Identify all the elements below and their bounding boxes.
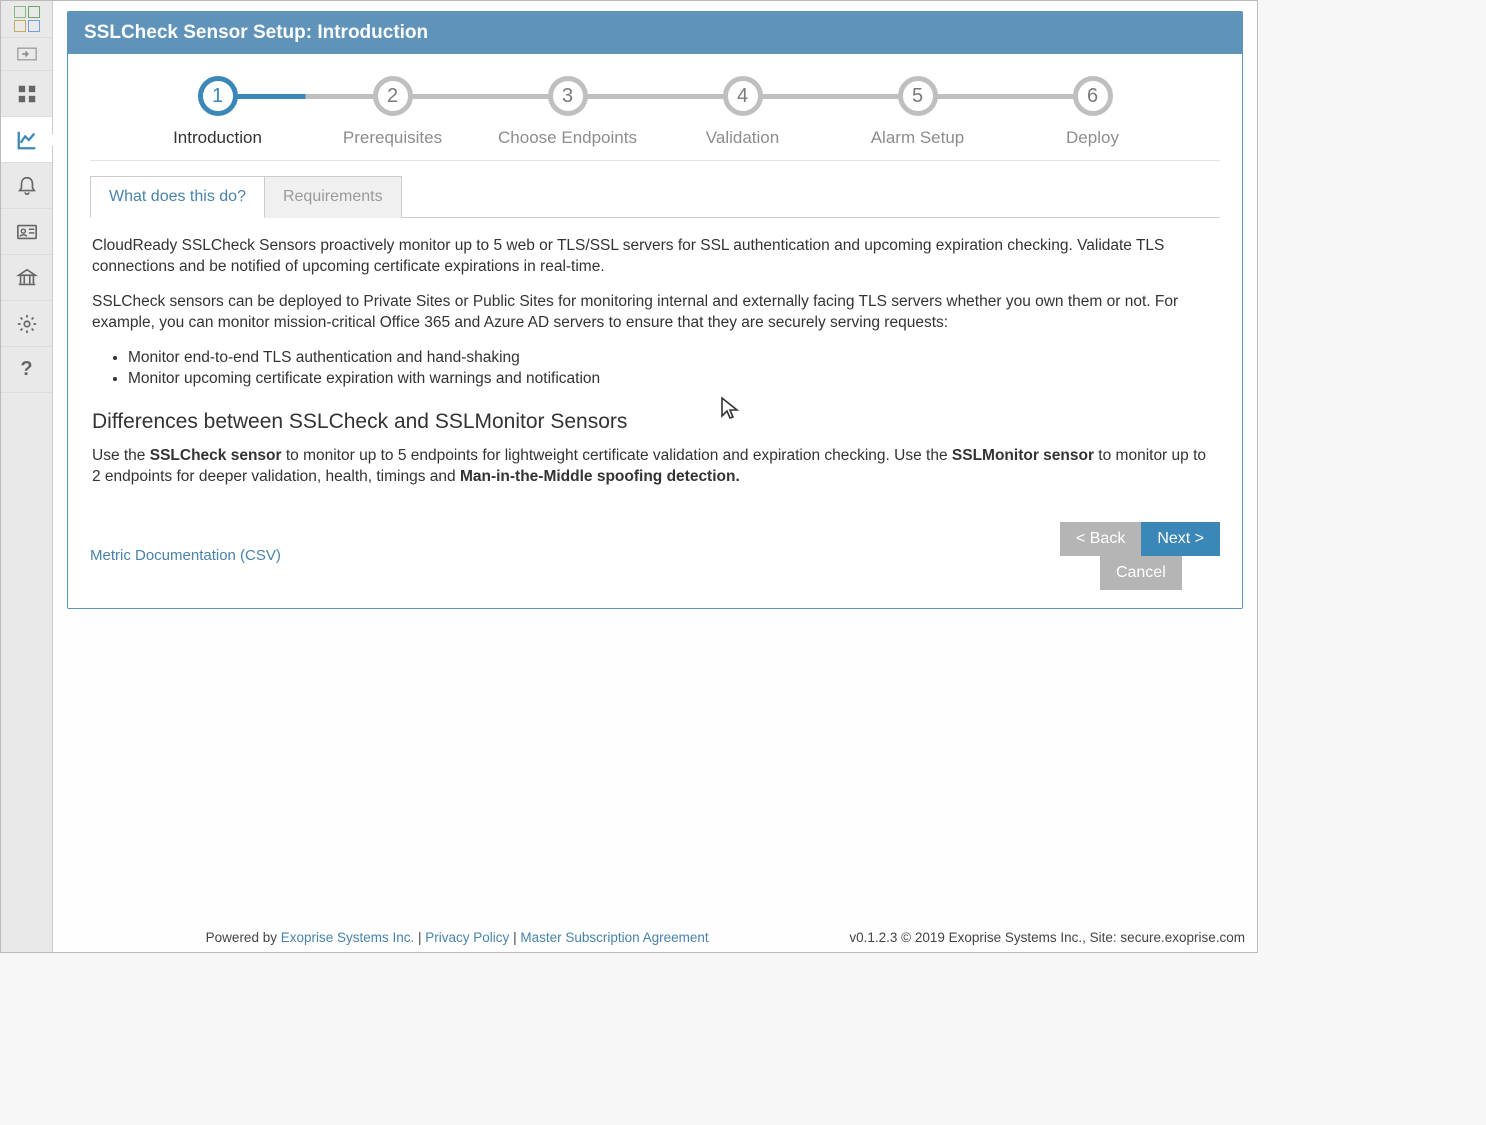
- sidebar: ?: [1, 1, 53, 952]
- intro-paragraph-2: SSLCheck sensors can be deployed to Priv…: [92, 292, 1218, 334]
- tabs: What does this do? Requirements: [90, 175, 1220, 218]
- step-introduction[interactable]: 1 Introduction: [130, 76, 305, 148]
- stepper: 1 Introduction 2 Prerequisites 3 Choose …: [130, 76, 1180, 148]
- list-item: Monitor end-to-end TLS authentication an…: [128, 348, 1218, 369]
- metric-doc-link[interactable]: Metric Documentation (CSV): [90, 547, 281, 564]
- feature-list: Monitor end-to-end TLS authentication an…: [128, 348, 1218, 390]
- step-label: Choose Endpoints: [498, 128, 637, 148]
- next-button[interactable]: Next >: [1141, 522, 1220, 556]
- sidebar-item-contacts[interactable]: [1, 209, 52, 255]
- help-icon: ?: [20, 358, 32, 381]
- logo: [1, 1, 52, 37]
- list-item: Monitor upcoming certificate expiration …: [128, 369, 1218, 390]
- footer-company-link[interactable]: Exoprise Systems Inc.: [281, 930, 415, 945]
- step-circle: 2: [373, 76, 413, 116]
- sidebar-collapse-button[interactable]: [1, 37, 52, 71]
- step-prerequisites[interactable]: 2 Prerequisites: [305, 76, 480, 148]
- step-circle: 6: [1073, 76, 1113, 116]
- back-button[interactable]: < Back: [1060, 522, 1141, 556]
- step-circle: 1: [198, 76, 238, 116]
- step-label: Validation: [706, 128, 779, 148]
- page-footer: Powered by Exoprise Systems Inc. | Priva…: [53, 926, 1257, 949]
- tab-what-does-this-do[interactable]: What does this do?: [90, 176, 265, 218]
- sidebar-item-charts[interactable]: [1, 117, 52, 163]
- main-area: SSLCheck Sensor Setup: Introduction 1 In…: [53, 1, 1257, 952]
- step-deploy[interactable]: 6 Deploy: [1005, 76, 1180, 148]
- step-label: Deploy: [1066, 128, 1119, 148]
- step-alarm-setup[interactable]: 5 Alarm Setup: [830, 76, 1005, 148]
- footer-version: v0.1.2.3 © 2019 Exoprise Systems Inc., S…: [849, 930, 1245, 945]
- tab-content: CloudReady SSLCheck Sensors proactively …: [90, 218, 1220, 510]
- step-circle: 3: [548, 76, 588, 116]
- step-circle: 4: [723, 76, 763, 116]
- gear-icon: [16, 313, 38, 335]
- intro-paragraph-1: CloudReady SSLCheck Sensors proactively …: [92, 236, 1218, 278]
- chart-icon: [16, 129, 38, 151]
- bell-icon: [16, 175, 38, 197]
- wizard-title: SSLCheck Sensor Setup: Introduction: [68, 12, 1242, 54]
- step-label: Introduction: [173, 128, 262, 148]
- institution-icon: [16, 267, 38, 289]
- dashboard-grid-icon: [16, 83, 38, 105]
- id-card-icon: [16, 221, 38, 243]
- footer-msa-link[interactable]: Master Subscription Agreement: [520, 930, 708, 945]
- cancel-button[interactable]: Cancel: [1100, 556, 1182, 590]
- sidebar-item-dashboard[interactable]: [1, 71, 52, 117]
- sidebar-item-alerts[interactable]: [1, 163, 52, 209]
- collapse-right-icon: [17, 47, 37, 61]
- divider: [90, 160, 1220, 161]
- wizard-body: 1 Introduction 2 Prerequisites 3 Choose …: [68, 54, 1242, 608]
- step-validation[interactable]: 4 Validation: [655, 76, 830, 148]
- step-circle: 5: [898, 76, 938, 116]
- sidebar-item-institution[interactable]: [1, 255, 52, 301]
- button-bar: < Back Next > Cancel: [1060, 522, 1220, 590]
- app-shell: ? SSLCheck Sensor Setup: Introduction 1 …: [0, 0, 1258, 953]
- differences-paragraph: Use the SSLCheck sensor to monitor up to…: [92, 446, 1218, 488]
- footer-powered-prefix: Powered by: [206, 930, 281, 945]
- tab-requirements[interactable]: Requirements: [265, 176, 402, 218]
- sidebar-item-settings[interactable]: [1, 301, 52, 347]
- step-choose-endpoints[interactable]: 3 Choose Endpoints: [480, 76, 655, 148]
- wizard-footer: Metric Documentation (CSV) < Back Next >…: [90, 522, 1220, 590]
- step-label: Alarm Setup: [871, 128, 965, 148]
- wizard-panel: SSLCheck Sensor Setup: Introduction 1 In…: [67, 11, 1243, 609]
- logo-icon: [14, 6, 40, 32]
- differences-heading: Differences between SSLCheck and SSLMoni…: [92, 408, 1218, 436]
- step-label: Prerequisites: [343, 128, 442, 148]
- footer-privacy-link[interactable]: Privacy Policy: [425, 930, 509, 945]
- sidebar-item-help[interactable]: ?: [1, 347, 52, 393]
